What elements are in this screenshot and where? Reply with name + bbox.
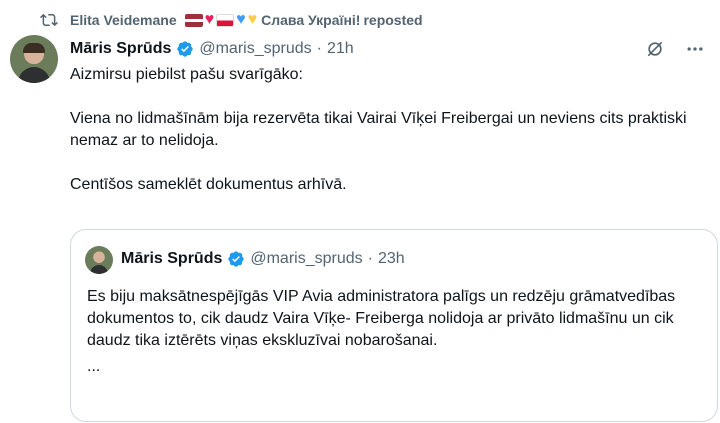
quoted-paragraph: Es biju maksātnespējīgās VIP Avia admini… bbox=[87, 288, 676, 349]
more-icon[interactable] bbox=[684, 38, 706, 60]
repost-user[interactable]: Elita Veidemane bbox=[70, 12, 177, 28]
author-name[interactable]: Māris Sprūds bbox=[70, 40, 171, 58]
quoted-tweet-text: Es biju maksātnespējīgās VIP Avia admini… bbox=[87, 286, 707, 378]
quoted-author-handle: @maris_spruds bbox=[250, 250, 363, 267]
quoted-tweet[interactable]: Māris Sprūds @maris_spruds · 23h Es biju… bbox=[70, 229, 718, 422]
quoted-author-name: Māris Sprūds bbox=[121, 250, 223, 267]
tweet-paragraph: Aizmirsu piebilst pašu svarīgāko: bbox=[70, 66, 303, 83]
red-heart-icon: ♥ bbox=[204, 11, 215, 28]
repost-context: Elita Veidemane ♥ ♥ ♥ Слава Україні! rep… bbox=[40, 10, 423, 30]
verified-badge-icon bbox=[176, 40, 194, 58]
blue-heart-icon: ♥ bbox=[236, 11, 246, 28]
tweet-paragraph: Centīšos sameklēt dokumentus arhīvā. bbox=[70, 176, 347, 193]
repost-icon bbox=[40, 11, 58, 29]
repost-user-status: Слава Україні! bbox=[261, 12, 361, 28]
tweet-time[interactable]: 21h bbox=[327, 40, 354, 58]
quoted-tweet-header: Māris Sprūds @maris_spruds · 23h bbox=[121, 248, 405, 270]
separator-dot: · bbox=[316, 40, 322, 57]
tweet-header: Māris Sprūds @maris_spruds · 21h bbox=[70, 38, 354, 60]
author-handle[interactable]: @maris_spruds bbox=[199, 40, 311, 58]
author-avatar[interactable] bbox=[10, 35, 58, 83]
poland-flag-icon bbox=[216, 13, 235, 27]
quoted-tweet-time: 23h bbox=[377, 250, 405, 267]
quoted-author-avatar bbox=[85, 246, 113, 274]
yellow-heart-icon: ♥ bbox=[247, 11, 258, 28]
verified-badge-icon bbox=[227, 250, 245, 268]
repost-suffix: reposted bbox=[363, 12, 423, 28]
latvia-flag-icon bbox=[184, 13, 203, 27]
tweet-paragraph: Viena no lidmašīnām bija rezervēta tikai… bbox=[70, 110, 687, 149]
quoted-ellipsis: ... bbox=[87, 358, 101, 375]
grok-icon[interactable] bbox=[644, 38, 666, 60]
profile-emoji-flags: ♥ ♥ ♥ bbox=[184, 11, 258, 28]
tweet-actions bbox=[644, 38, 706, 60]
tweet-text: Aizmirsu piebilst pašu svarīgāko: Viena … bbox=[70, 64, 700, 196]
separator-dot: · bbox=[367, 250, 373, 267]
